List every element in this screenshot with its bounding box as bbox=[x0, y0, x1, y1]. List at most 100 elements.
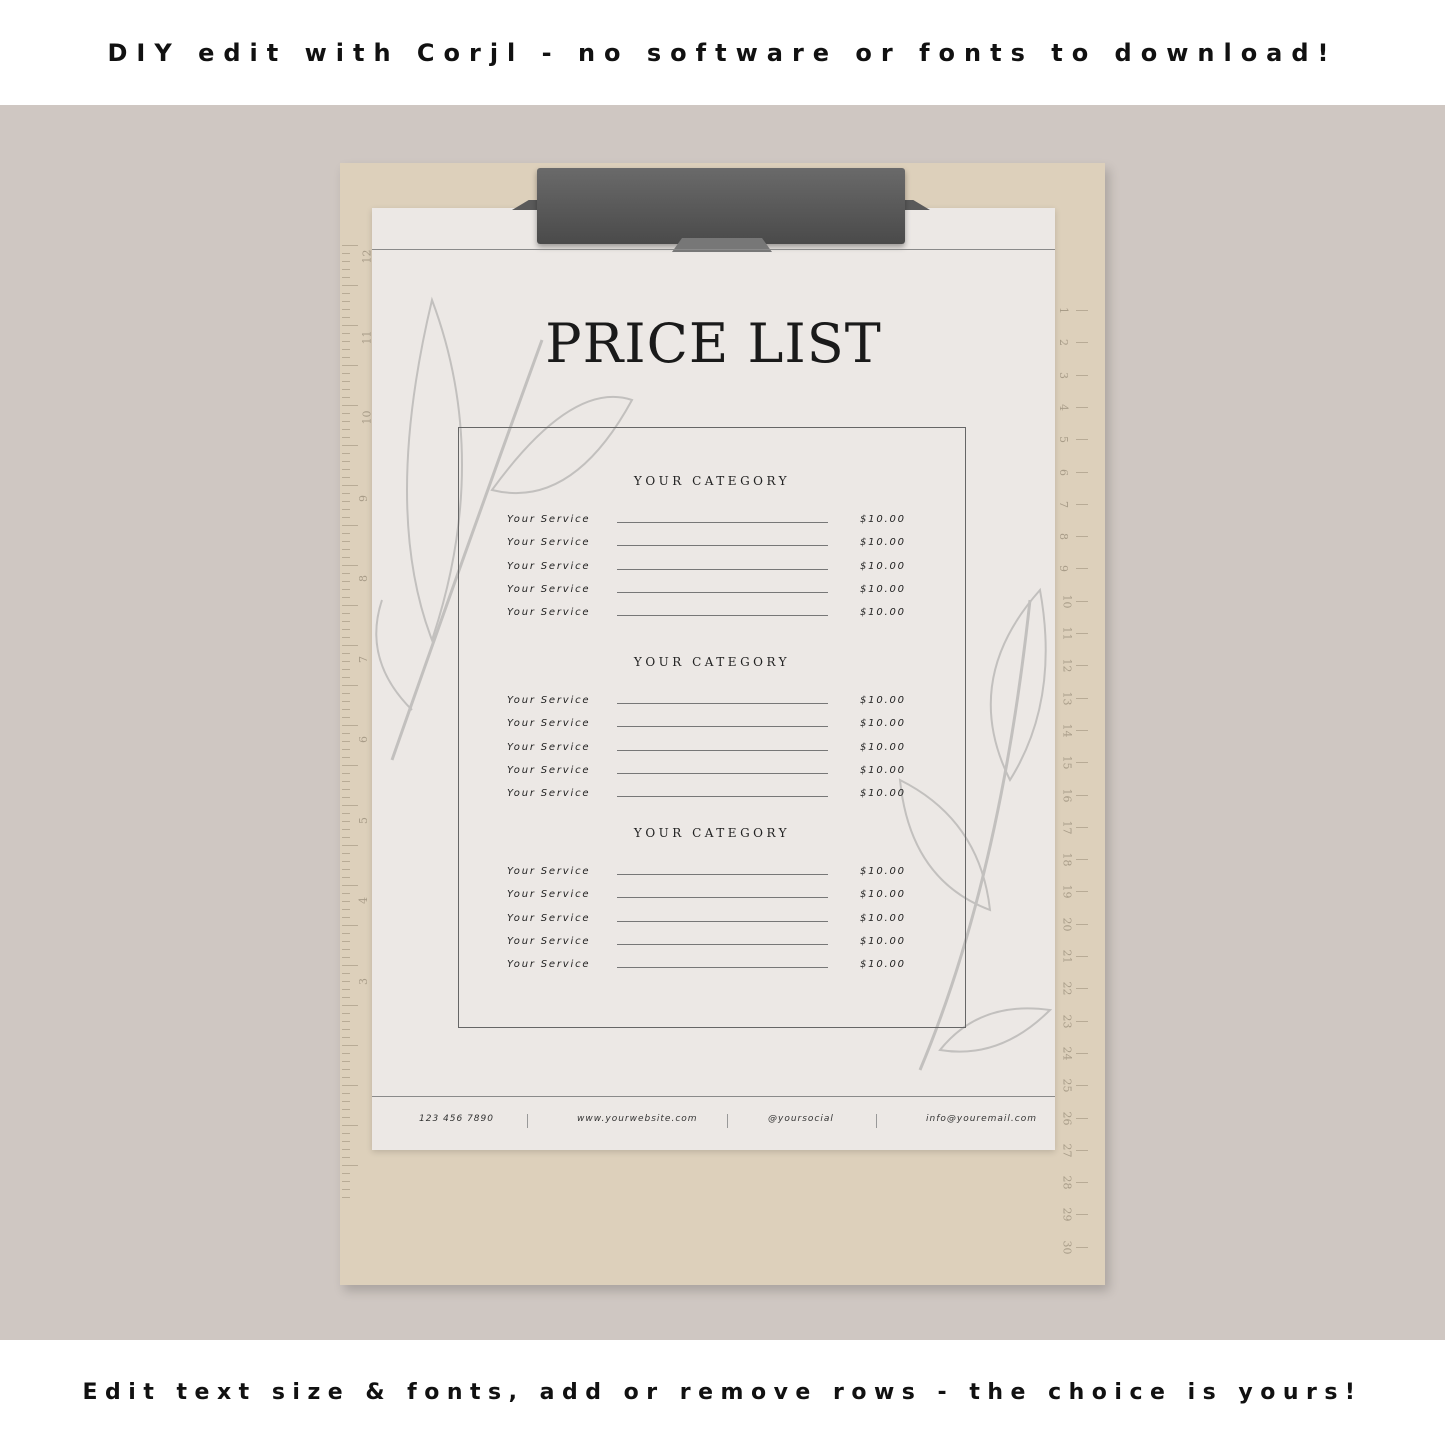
ruler-tick bbox=[342, 437, 350, 438]
ruler-tick bbox=[342, 661, 350, 662]
ruler-number: 6 bbox=[357, 736, 370, 743]
ruler-tick bbox=[1076, 794, 1088, 796]
ruler-tick bbox=[342, 877, 350, 878]
top-banner: DIY edit with Corjl - no software or fon… bbox=[0, 0, 1445, 105]
service-price: $10.00 bbox=[860, 765, 906, 776]
footer-social: @yoursocial bbox=[768, 1114, 834, 1124]
ruler-tick bbox=[342, 1061, 350, 1062]
leader-line bbox=[617, 750, 828, 751]
ruler-number: 16 bbox=[1060, 788, 1074, 802]
ruler-tick bbox=[342, 517, 350, 518]
service-name: Your Service bbox=[507, 959, 591, 970]
leader-line bbox=[617, 921, 828, 922]
ruler-tick bbox=[342, 1181, 350, 1182]
ruler-number: 1 bbox=[1057, 307, 1070, 314]
ruler-tick bbox=[1076, 310, 1088, 311]
service-name: Your Service bbox=[507, 889, 591, 900]
leader-line bbox=[617, 967, 828, 968]
ruler-tick bbox=[342, 509, 350, 510]
ruler-tick bbox=[342, 957, 350, 958]
ruler-number: 10 bbox=[1060, 594, 1074, 609]
ruler-tick bbox=[342, 373, 350, 374]
footer-rule bbox=[372, 1096, 1055, 1097]
ruler-tick bbox=[1076, 729, 1088, 731]
ruler-tick bbox=[342, 253, 350, 254]
ruler-tick bbox=[342, 453, 350, 454]
ruler-tick bbox=[342, 797, 350, 798]
ruler-tick bbox=[342, 605, 358, 606]
ruler-left: 12 11 10 9 8 7 6 5 4 3 bbox=[342, 245, 374, 1225]
ruler-number: 6 bbox=[1057, 468, 1070, 476]
ruler-number: 12 bbox=[1060, 658, 1074, 673]
ruler-tick bbox=[342, 845, 358, 846]
service-name: Your Service bbox=[507, 936, 591, 947]
ruler-tick bbox=[342, 677, 350, 678]
service-name: Your Service bbox=[507, 537, 591, 548]
ruler-number: 8 bbox=[1057, 533, 1070, 541]
service-price: $10.00 bbox=[860, 514, 906, 525]
ruler-number: 3 bbox=[1057, 371, 1070, 379]
category-heading: YOUR CATEGORY bbox=[633, 474, 791, 488]
ruler-tick bbox=[1076, 826, 1088, 828]
ruler-tick bbox=[1076, 503, 1088, 505]
category-heading: YOUR CATEGORY bbox=[633, 826, 791, 840]
ruler-tick bbox=[342, 965, 358, 966]
ruler-tick bbox=[342, 493, 350, 494]
ruler-tick bbox=[342, 973, 350, 974]
ruler-tick bbox=[342, 357, 350, 358]
ruler-tick bbox=[342, 997, 350, 998]
ruler-tick bbox=[1076, 956, 1088, 957]
ruler-tick bbox=[342, 533, 350, 534]
ruler-tick bbox=[342, 925, 358, 926]
ruler-number: 21 bbox=[1060, 949, 1074, 964]
category-heading: YOUR CATEGORY bbox=[633, 655, 791, 669]
ruler-tick bbox=[342, 829, 350, 830]
ruler-number: 9 bbox=[1057, 565, 1070, 573]
service-name: Your Service bbox=[507, 607, 591, 618]
ruler-tick bbox=[342, 765, 358, 766]
ruler-tick bbox=[1076, 600, 1088, 602]
ruler-tick bbox=[1076, 1020, 1088, 1022]
ruler-number: 27 bbox=[1060, 1143, 1074, 1158]
leader-line bbox=[617, 796, 828, 797]
service-name: Your Service bbox=[507, 765, 591, 776]
ruler-tick bbox=[342, 461, 350, 462]
ruler-number: 23 bbox=[1060, 1014, 1074, 1029]
ruler-tick bbox=[1076, 1246, 1088, 1248]
ruler-tick bbox=[1076, 1052, 1088, 1054]
ruler-number: 18 bbox=[1060, 852, 1074, 867]
ruler-tick bbox=[342, 805, 358, 806]
ruler-number: 5 bbox=[357, 816, 370, 824]
ruler-tick bbox=[342, 693, 350, 694]
ruler-tick bbox=[1076, 923, 1088, 925]
ruler-tick bbox=[342, 1141, 350, 1142]
service-name: Your Service bbox=[507, 742, 591, 753]
ruler-tick bbox=[342, 981, 350, 982]
leader-line bbox=[617, 545, 828, 546]
ruler-tick bbox=[342, 861, 350, 862]
ruler-tick bbox=[342, 365, 358, 366]
ruler-tick bbox=[342, 1013, 350, 1014]
ruler-tick bbox=[342, 301, 350, 302]
ruler-tick bbox=[342, 245, 358, 246]
ruler-tick bbox=[342, 565, 358, 566]
ruler-number: 14 bbox=[1060, 723, 1074, 738]
ruler-tick bbox=[342, 397, 350, 398]
service-name: Your Service bbox=[507, 584, 591, 595]
ruler-tick bbox=[342, 669, 350, 670]
leader-line bbox=[617, 773, 828, 774]
ruler-tick bbox=[342, 941, 350, 942]
ruler-number: 20 bbox=[1060, 917, 1074, 932]
service-price: $10.00 bbox=[860, 866, 906, 877]
ruler-tick bbox=[342, 1157, 350, 1158]
bottom-banner: Edit text size & fonts, add or remove ro… bbox=[0, 1340, 1445, 1445]
ruler-tick bbox=[342, 741, 350, 742]
ruler-number: 15 bbox=[1060, 755, 1074, 770]
ruler-number: 13 bbox=[1060, 691, 1074, 706]
service-name: Your Service bbox=[507, 718, 591, 729]
service-price: $10.00 bbox=[860, 742, 906, 753]
ruler-tick bbox=[342, 749, 350, 750]
header-rule bbox=[372, 249, 1055, 250]
ruler-tick bbox=[342, 285, 358, 286]
footer-divider bbox=[876, 1114, 877, 1128]
